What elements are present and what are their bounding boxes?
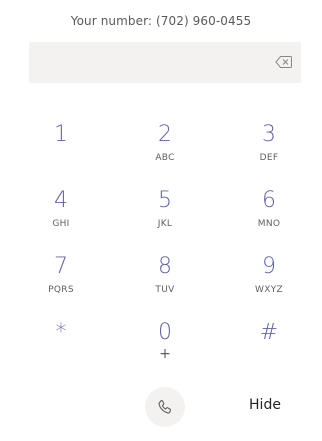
key-7[interactable]: 7 PQRS (26, 244, 96, 304)
key-digit: # (259, 320, 279, 345)
key-2[interactable]: 2 ABC (130, 112, 200, 172)
key-letters: TUV (155, 285, 175, 295)
key-letters: JKL (157, 219, 173, 229)
key-digit: 1 (54, 122, 68, 147)
key-digit: 6 (262, 188, 276, 213)
key-digit: * (55, 320, 67, 345)
key-digit: 5 (158, 188, 172, 213)
key-letters: WXYZ (255, 285, 283, 295)
key-digit: 8 (158, 254, 172, 279)
key-5[interactable]: 5 JKL (130, 178, 200, 238)
backspace-icon[interactable] (275, 54, 293, 70)
hide-button[interactable]: Hide (240, 397, 290, 419)
key-letters: MNO (257, 219, 281, 229)
your-number-label: Your number: (702) 960-0455 (70, 14, 252, 28)
key-6[interactable]: 6 MNO (234, 178, 304, 238)
call-button[interactable] (145, 387, 185, 427)
key-letters: GHI (52, 219, 70, 229)
key-star[interactable]: * (26, 310, 96, 370)
key-0[interactable]: 0 + (130, 310, 200, 370)
key-digit: 9 (262, 254, 276, 279)
key-9[interactable]: 9 WXYZ (234, 244, 304, 304)
dial-number-input[interactable] (37, 42, 267, 83)
key-8[interactable]: 8 TUV (130, 244, 200, 304)
key-plus: + (159, 346, 171, 362)
phone-icon (158, 399, 172, 414)
key-digit: 0 (158, 320, 172, 345)
key-1[interactable]: 1 (26, 112, 96, 172)
key-letters: DEF (259, 153, 279, 163)
key-digit: 7 (54, 254, 68, 279)
key-3[interactable]: 3 DEF (234, 112, 304, 172)
dial-number-field[interactable] (29, 42, 301, 83)
key-digit: 4 (54, 188, 68, 213)
key-digit: 2 (158, 122, 172, 147)
key-4[interactable]: 4 GHI (26, 178, 96, 238)
key-letters: PQRS (48, 285, 74, 295)
key-letters: ABC (155, 153, 175, 163)
key-hash[interactable]: # (234, 310, 304, 370)
key-digit: 3 (262, 122, 276, 147)
